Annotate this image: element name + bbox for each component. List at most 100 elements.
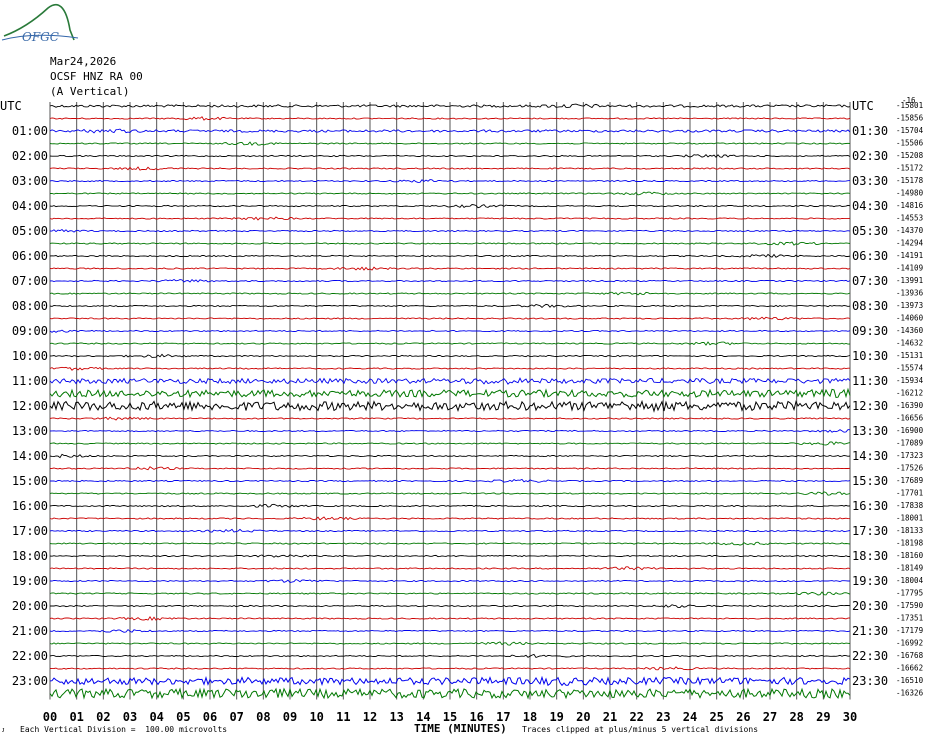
x-axis-title: TIME (MINUTES)	[414, 722, 507, 735]
right-time-label: 11:30	[852, 374, 888, 388]
left-time-label: 01:00	[12, 124, 48, 138]
x-tick-label: 22	[629, 710, 643, 724]
trace-offset-label: -15172	[896, 164, 923, 173]
right-time-label: 16:30	[852, 499, 888, 513]
x-tick-label: 13	[389, 710, 403, 724]
left-time-label: 19:00	[12, 574, 48, 588]
trace-offset-label: -15208	[896, 151, 924, 160]
right-time-label: 13:30	[852, 424, 888, 438]
x-tick-label: 10	[309, 710, 323, 724]
helicorder-chart: UTC 01:00 02:00 03:00 04:00 05:00 06:00 07:00 08…	[0, 96, 924, 724]
x-tick-label: 18	[523, 710, 537, 724]
x-tick-label: 06	[203, 710, 217, 724]
trace-offset-label: -16656	[896, 414, 924, 423]
x-tick-label: 21	[603, 710, 617, 724]
trace-offset-label: -16212	[896, 389, 923, 398]
footer-clip-note: Traces clipped at plus/minus 5 vertical …	[522, 725, 759, 734]
right-time-label: 05:30	[852, 224, 888, 238]
left-time-label: 18:00	[12, 549, 48, 563]
right-time-label: 20:30	[852, 599, 888, 613]
trace-offset-label: -16510	[896, 676, 924, 685]
left-time-labels: UTC 01:00 02:00 03:00 04:00 05:00 06:00 07:00 08…	[0, 99, 48, 688]
x-tick-label: 24	[683, 710, 697, 724]
x-tick-label: 11	[336, 710, 350, 724]
trace-offset-label: -14632	[896, 339, 923, 348]
left-time-label: 14:00	[12, 449, 48, 463]
trace-offset-label: -18198	[896, 539, 924, 548]
right-time-label: UTC	[852, 99, 874, 113]
x-tick-label: 19	[549, 710, 563, 724]
trace-offset-label: -14370	[896, 226, 924, 235]
trace-offset-label: -17526	[896, 464, 924, 473]
x-tick-label: 23	[656, 710, 670, 724]
x-tick-label: 08	[256, 710, 270, 724]
trace-offset-label: -16326	[896, 689, 924, 698]
right-time-label: 08:30	[852, 299, 888, 313]
x-tick-label: 27	[763, 710, 777, 724]
left-time-label: 08:00	[12, 299, 48, 313]
trace-offset-label: -13936	[896, 289, 924, 298]
trace-offset-label: -16390	[896, 401, 924, 410]
trace-offset-label: -14060	[896, 314, 924, 323]
right-time-label: 15:30	[852, 474, 888, 488]
trace-offset-label: -15178	[896, 176, 924, 185]
trace-offset-label: -14816	[896, 201, 924, 210]
footer-left-mark: ᴊ	[2, 725, 5, 734]
trace-offset-label: -15934	[896, 376, 924, 385]
left-time-label: 20:00	[12, 599, 48, 613]
left-time-label: 10:00	[12, 349, 48, 363]
right-time-label: 18:30	[852, 549, 888, 563]
left-time-label: UTC	[0, 99, 22, 113]
right-time-label: 10:30	[852, 349, 888, 363]
trace-offset-label: -17590	[896, 601, 924, 610]
trace-offset-extra: -16	[902, 96, 916, 105]
left-time-label: 05:00	[12, 224, 48, 238]
trace-offset-label: -15704	[896, 126, 924, 135]
left-time-label: 03:00	[12, 174, 48, 188]
trace-offset-label: -18004	[896, 576, 924, 585]
right-time-label: 06:30	[852, 249, 888, 263]
right-time-label: 02:30	[852, 149, 888, 163]
trace-offset-label: -18001	[896, 514, 923, 523]
vertical-grid	[49, 102, 851, 700]
trace-offset-label: -16992	[896, 639, 923, 648]
trace-offset-label: -14360	[896, 326, 924, 335]
trace-offset-label: -15856	[896, 114, 924, 123]
right-time-label: 22:30	[852, 649, 888, 663]
x-tick-label: 26	[736, 710, 750, 724]
trace-offset-label: -18160	[896, 551, 924, 560]
x-tick-label: 00	[43, 710, 57, 724]
trace-offset-label: -14109	[896, 264, 923, 273]
x-tick-label: 03	[123, 710, 137, 724]
trace-offset-label: -17179	[896, 626, 923, 635]
trace-offset-label: -15574	[896, 364, 924, 373]
x-tick-label: 20	[576, 710, 590, 724]
right-time-label: 12:30	[852, 399, 888, 413]
left-time-label: 02:00	[12, 149, 48, 163]
left-time-label: 23:00	[12, 674, 48, 688]
trace-offset-label: -13991	[896, 276, 923, 285]
right-time-label: 04:30	[852, 199, 888, 213]
right-time-label: 07:30	[852, 274, 888, 288]
left-time-label: 21:00	[12, 624, 48, 638]
right-time-label: 21:30	[852, 624, 888, 638]
trace-offset-label: -14294	[896, 239, 924, 248]
trace-offset-label: -15506	[896, 139, 924, 148]
trace-offset-label: -15131	[896, 351, 923, 360]
left-time-label: 22:00	[12, 649, 48, 663]
trace-offset-label: -13973	[896, 301, 923, 310]
left-time-label: 13:00	[12, 424, 48, 438]
trace-offset-label: -18149	[896, 564, 923, 573]
right-time-label: 01:30	[852, 124, 888, 138]
trace-offset-label: -16768	[896, 651, 924, 660]
trace-offset-label: -14553	[896, 214, 923, 223]
trace-offset-label: -17089	[896, 439, 923, 448]
left-time-label: 12:00	[12, 399, 48, 413]
x-tick-label: 09	[283, 710, 297, 724]
right-time-label: 03:30	[852, 174, 888, 188]
trace-offset-label: -18133	[896, 526, 923, 535]
x-tick-label: 25	[709, 710, 723, 724]
x-tick-label: 30	[843, 710, 857, 724]
right-time-label: 09:30	[852, 324, 888, 338]
right-time-label: 14:30	[852, 449, 888, 463]
